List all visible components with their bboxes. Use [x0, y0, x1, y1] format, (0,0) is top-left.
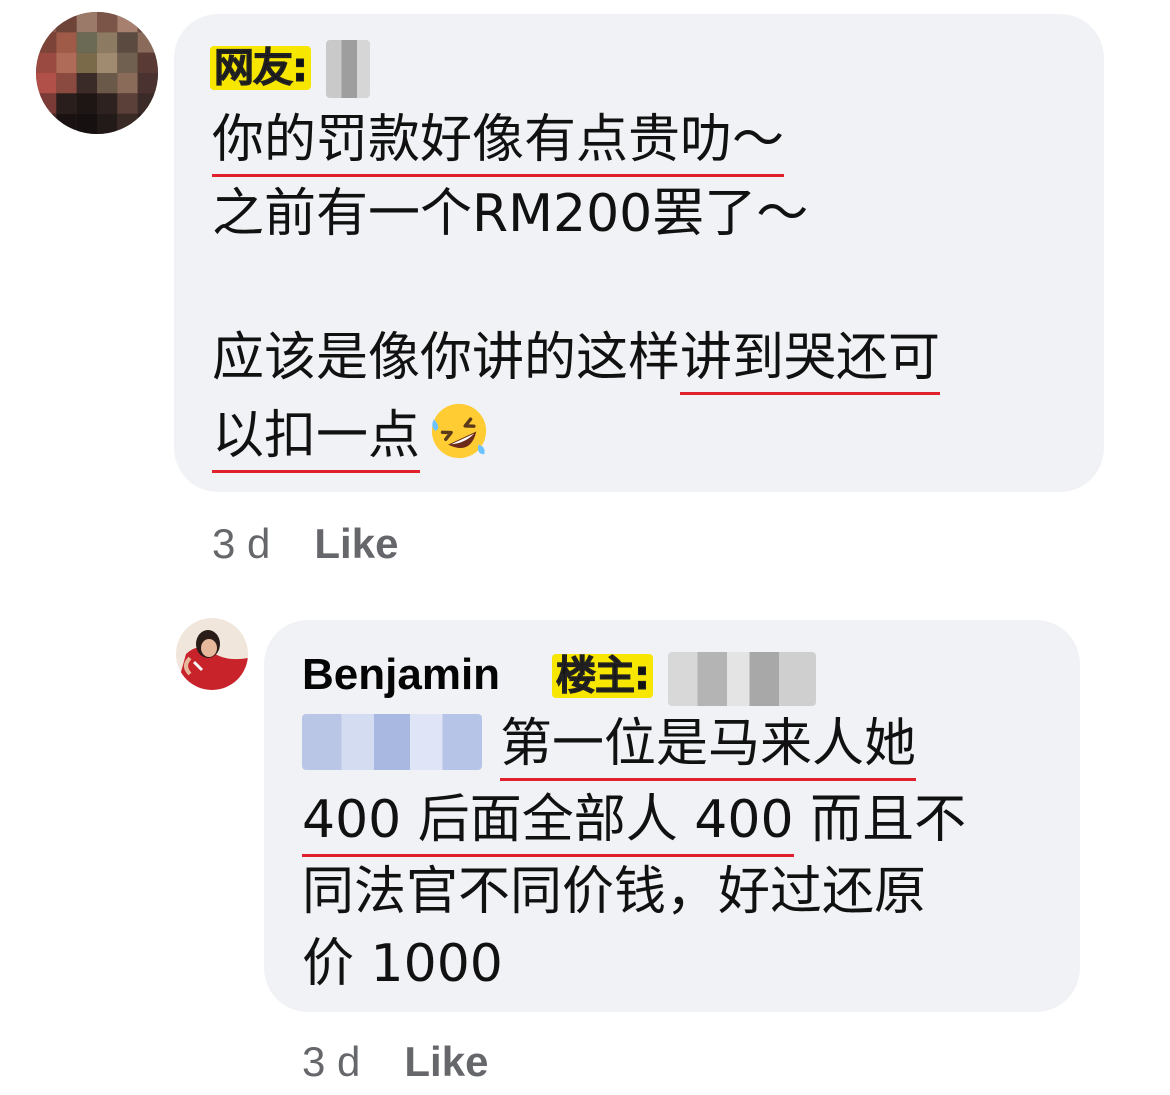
rofl-emoji-icon	[428, 400, 490, 477]
comment-meta: 3 d Like	[212, 520, 398, 568]
reply-header: Benjamin	[302, 650, 500, 700]
netizen-tag: 网友:	[210, 46, 311, 91]
reply-line-3: 同法官不同价钱，好过还原	[302, 862, 927, 922]
blurred-username	[668, 652, 816, 706]
reply-avatar[interactable]	[176, 618, 248, 690]
reply-line-2: 400 后面全部人 400 而且不	[302, 788, 966, 857]
reply-line-1: 第一位是马来人她	[500, 712, 917, 781]
commenter-avatar[interactable]	[36, 12, 158, 134]
blurred-mention	[302, 714, 482, 770]
op-tag: 楼主:	[552, 654, 653, 699]
reply-author-name[interactable]: Benjamin	[302, 650, 500, 699]
comment-line-4: 以扣一点	[212, 400, 490, 477]
reply-meta: 3 d Like	[302, 1038, 488, 1086]
like-button[interactable]: Like	[314, 520, 398, 567]
blurred-username	[326, 40, 370, 98]
comment-line-1: 你的罚款好像有点贵叻～	[212, 108, 785, 177]
comment-line-2: 之前有一个RM200罢了～	[212, 184, 809, 244]
comment-line-3: 应该是像你讲的这样讲到哭还可	[212, 326, 941, 395]
reply-line-4: 价 1000	[302, 934, 503, 994]
like-button[interactable]: Like	[404, 1038, 488, 1085]
comment-time: 3 d	[212, 520, 271, 567]
reply-time: 3 d	[302, 1038, 361, 1085]
